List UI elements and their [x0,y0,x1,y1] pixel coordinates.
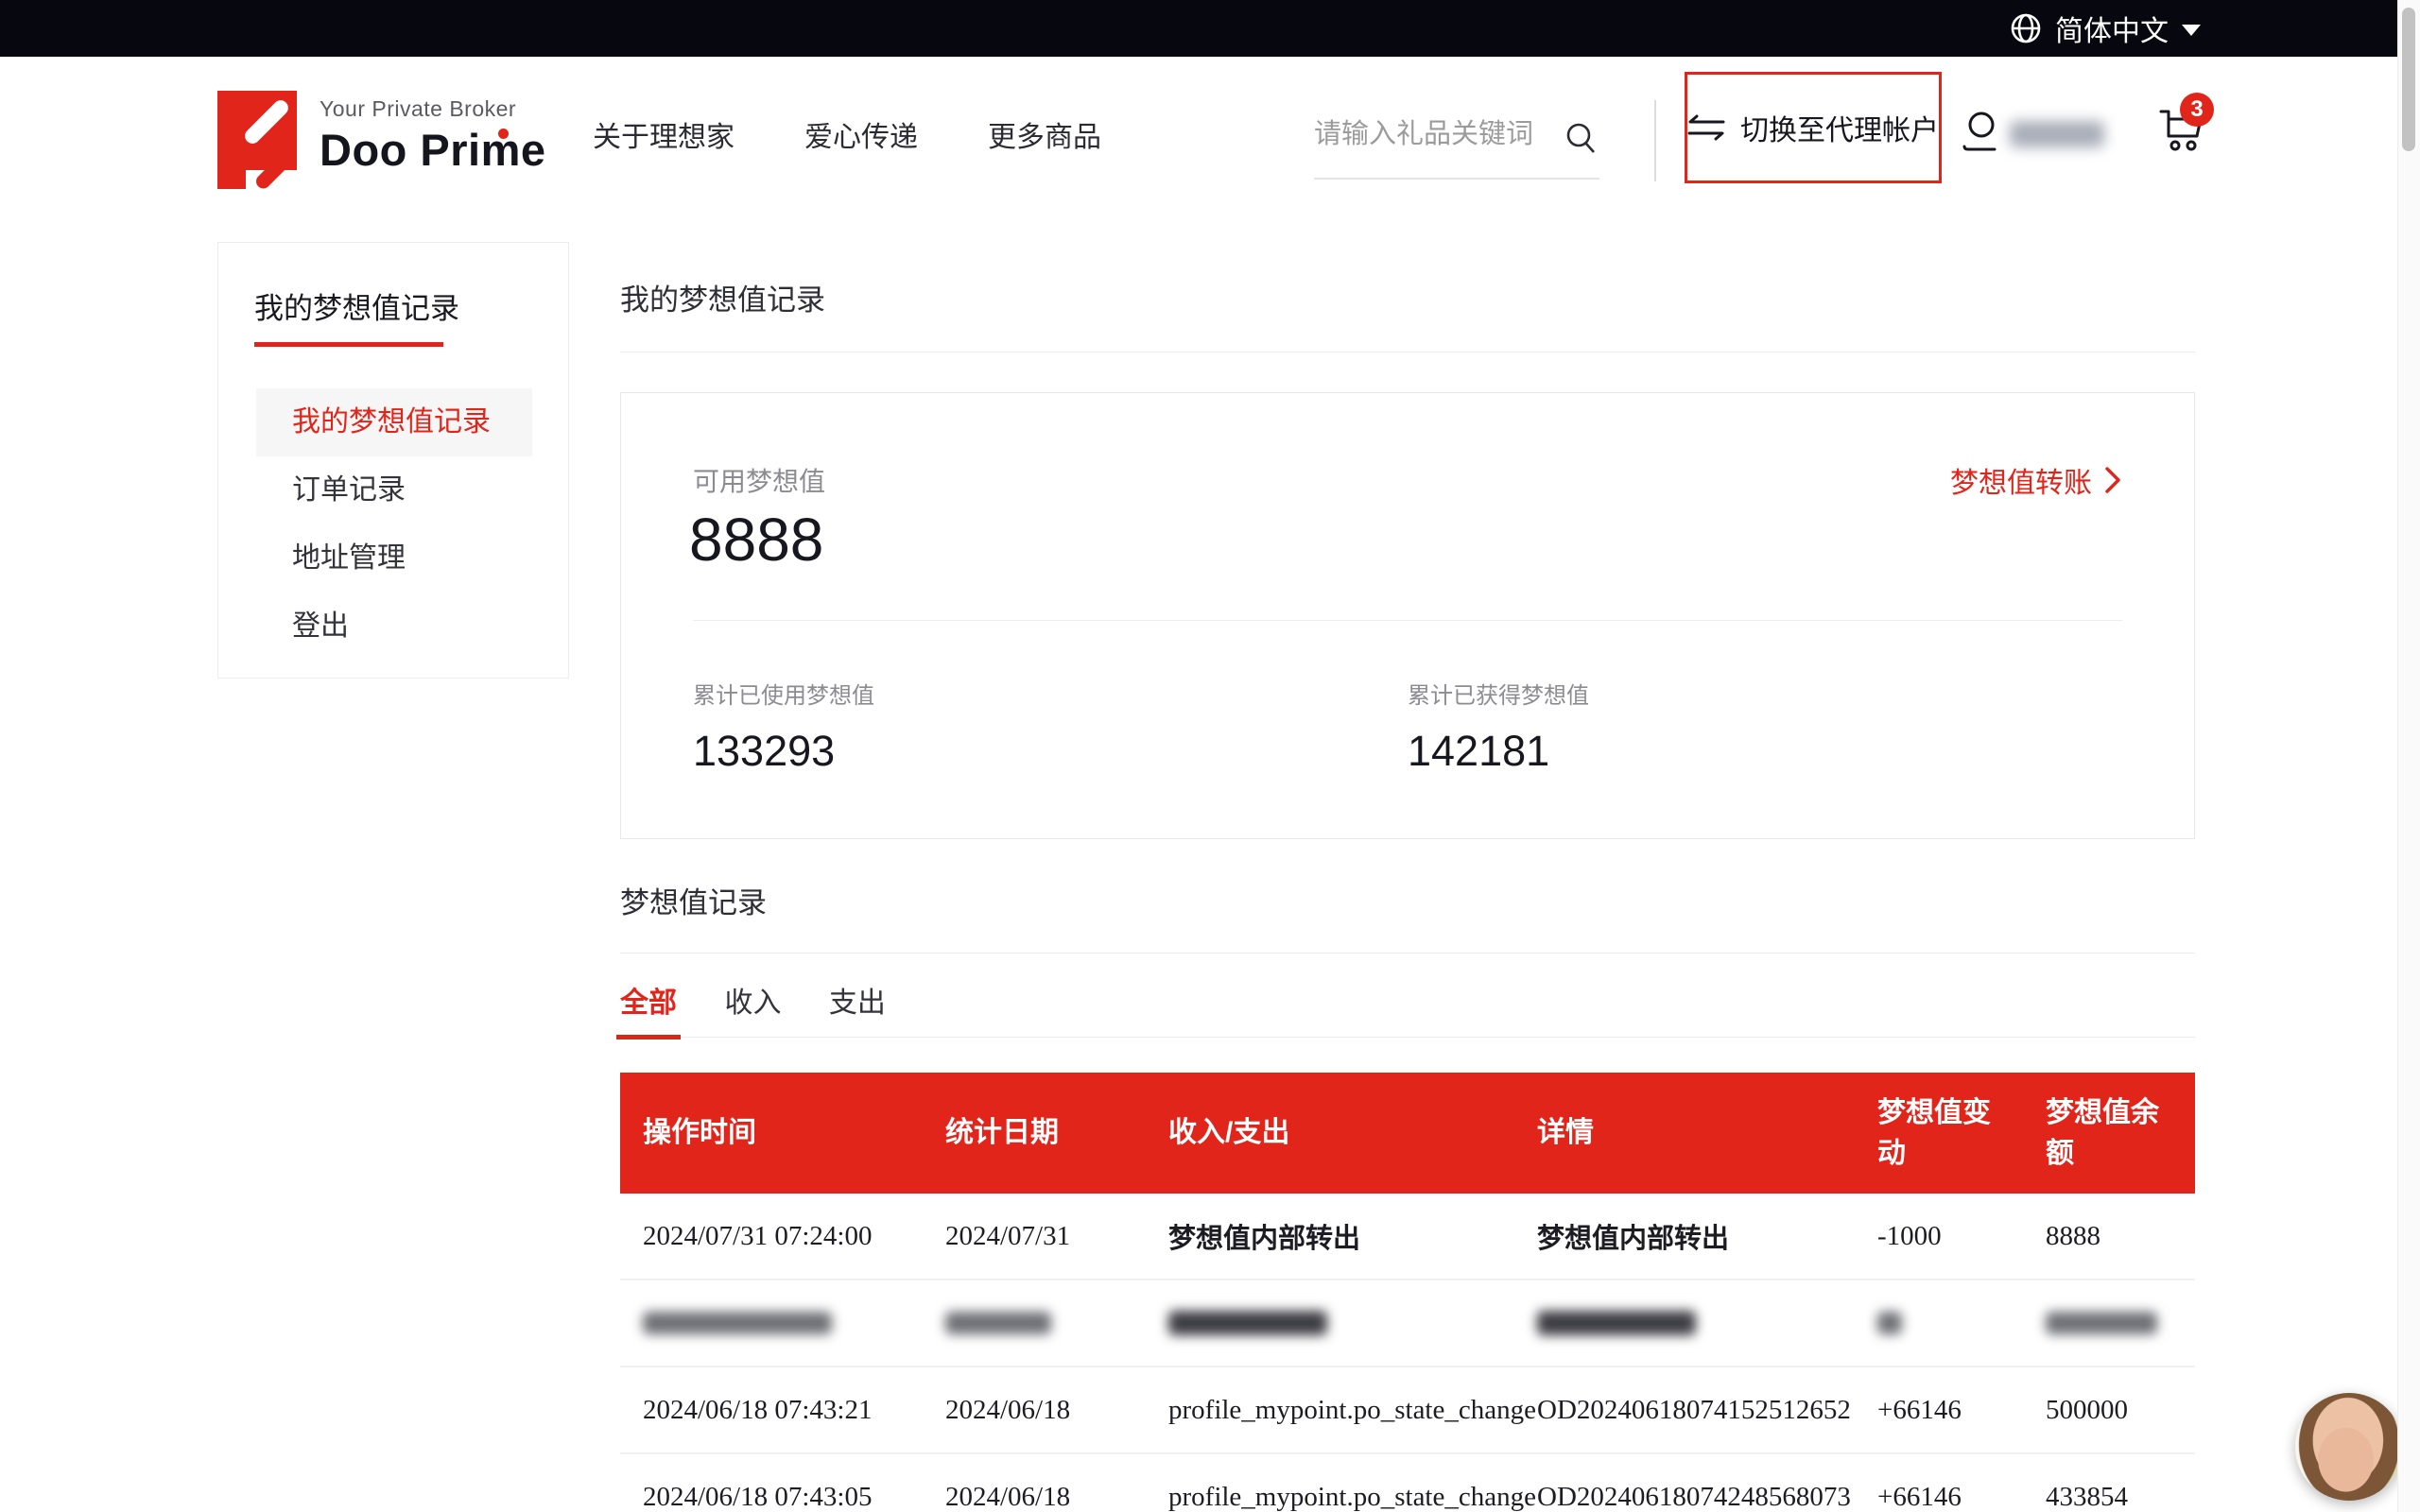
logo-mark-icon [217,91,301,189]
username-masked [2010,121,2104,147]
nav-item-charity[interactable]: 爱心传递 [804,113,918,155]
logo-tagline: Your Private Broker [320,96,546,122]
nav-item-about[interactable]: 关于理想家 [593,113,735,155]
cell-stat-date: 2024/06/18 [945,1395,1168,1426]
main-nav: 关于理想家 爱心传递 更多商品 [593,113,1101,155]
cell-points-change: -1000 [1877,1221,2046,1252]
page-title: 我的梦想值记录 [620,276,825,318]
available-points-value: 8888 [689,505,823,575]
points-transfer-link[interactable]: 梦想值转账 [1950,459,2122,501]
chat-widget-avatar[interactable] [2295,1393,2403,1501]
sidebar-item-my-dream-points[interactable]: 我的梦想值记录 [256,388,532,456]
points-summary-card: 可用梦想值 8888 梦想值转账 累计已使用梦想值 133293 累计已获得梦想… [620,392,2195,839]
table-row-masked [620,1280,2195,1367]
sidebar-item-address-management[interactable]: 地址管理 [256,524,532,593]
cell-masked [620,1312,945,1334]
cell-details: OD20240618074152512652 [1537,1395,1877,1426]
cell-income-expense: 梦想值内部转出 [1168,1216,1537,1256]
cart-count-badge: 3 [2180,93,2214,127]
cell-points-balance: 8888 [2046,1221,2195,1252]
cell-income-expense: profile_mypoint.po_state_change [1168,1482,1537,1512]
col-details: 详情 [1537,1112,1877,1154]
account-button[interactable] [1957,108,2004,155]
table-header: 操作时间 统计日期 收入/支出 详情 梦想值变动 梦想值余额 [620,1073,2195,1194]
swap-arrows-icon [1687,113,1725,142]
sidebar-title-underline [254,342,443,347]
table-row: 2024/07/31 07:24:00 2024/07/31 梦想值内部转出 梦… [620,1194,2195,1280]
cell-operation-time: 2024/06/18 07:43:21 [620,1395,945,1426]
used-points-stat: 累计已使用梦想值 133293 [693,677,1408,776]
cell-masked [945,1312,1168,1334]
cell-masked [1537,1311,1877,1335]
cell-points-balance: 500000 [2046,1395,2195,1426]
logo[interactable]: Your Private Broker Doo Prime [217,91,546,189]
header-divider [1654,100,1656,181]
col-points-change: 梦想值变动 [1877,1092,2046,1175]
chevron-down-icon [2182,25,2201,36]
cell-details: OD20240618074248568073 [1537,1482,1877,1512]
cell-points-change: +66146 [1877,1395,2046,1426]
earned-points-label: 累计已获得梦想值 [1408,677,2122,710]
tab-expense[interactable]: 支出 [829,983,886,1038]
table-row: 2024/06/18 07:43:05 2024/06/18 profile_m… [620,1454,2195,1512]
card-divider [693,620,2122,621]
globe-icon [2010,12,2042,44]
sidebar-title: 我的梦想值记录 [254,284,568,327]
sidebar-item-logout[interactable]: 登出 [256,593,532,661]
col-points-balance: 梦想值余额 [2046,1092,2195,1175]
available-points-label: 可用梦想值 [693,461,825,499]
cell-details: 梦想值内部转出 [1537,1216,1877,1256]
col-income-expense: 收入/支出 [1168,1112,1537,1154]
language-selector[interactable]: 简体中文 [2010,0,2201,57]
search-box [1314,106,1599,180]
earned-points-stat: 累计已获得梦想值 142181 [1408,677,2122,776]
chevron-right-icon [2103,465,2122,495]
cell-stat-date: 2024/06/18 [945,1482,1168,1512]
scrollbar-track [2397,0,2420,1512]
tab-all[interactable]: 全部 [620,983,677,1038]
top-bar: 简体中文 [0,0,2420,57]
page: 简体中文 Your Private Broker Doo Prime 关于理想家… [0,0,2420,1512]
cell-stat-date: 2024/07/31 [945,1221,1168,1252]
cell-operation-time: 2024/07/31 07:24:00 [620,1221,945,1252]
tab-income[interactable]: 收入 [724,983,781,1038]
col-stat-date: 统计日期 [945,1112,1168,1154]
search-icon[interactable] [1564,121,1598,155]
cell-masked [1877,1312,2046,1334]
sidebar-item-order-history[interactable]: 订单记录 [256,456,532,524]
cell-points-balance: 433854 [2046,1482,2195,1512]
scrollbar-thumb[interactable] [2402,8,2415,151]
switch-to-agent-account-button[interactable]: 切换至代理帐户 [1685,72,1942,183]
cell-masked [2046,1312,2195,1334]
cell-income-expense: profile_mypoint.po_state_change [1168,1395,1537,1426]
records-section-title: 梦想值记录 [620,879,767,921]
user-icon [1957,108,2004,155]
sidebar: 我的梦想值记录 我的梦想值记录 订单记录 地址管理 登出 [217,242,569,679]
records-table: 操作时间 统计日期 收入/支出 详情 梦想值变动 梦想值余额 2024/07/3… [620,1073,2195,1512]
cell-masked [1168,1311,1537,1335]
cell-points-change: +66146 [1877,1482,2046,1512]
search-input[interactable] [1314,119,1550,150]
used-points-value: 133293 [693,727,1408,776]
divider [620,953,2195,954]
col-operation-time: 操作时间 [620,1112,945,1154]
table-row: 2024/06/18 07:43:21 2024/06/18 profile_m… [620,1367,2195,1454]
used-points-label: 累计已使用梦想值 [693,677,1408,710]
cell-operation-time: 2024/06/18 07:43:05 [620,1482,945,1512]
brand-dot [498,129,509,139]
records-tabs: 全部 收入 支出 [620,983,2195,1038]
language-label: 简体中文 [2055,8,2169,49]
points-transfer-label: 梦想值转账 [1950,459,2092,501]
switch-account-label: 切换至代理帐户 [1740,107,1939,148]
logo-brand: Doo Prime [320,124,546,176]
earned-points-value: 142181 [1408,727,2122,776]
nav-item-more-products[interactable]: 更多商品 [988,113,1101,155]
